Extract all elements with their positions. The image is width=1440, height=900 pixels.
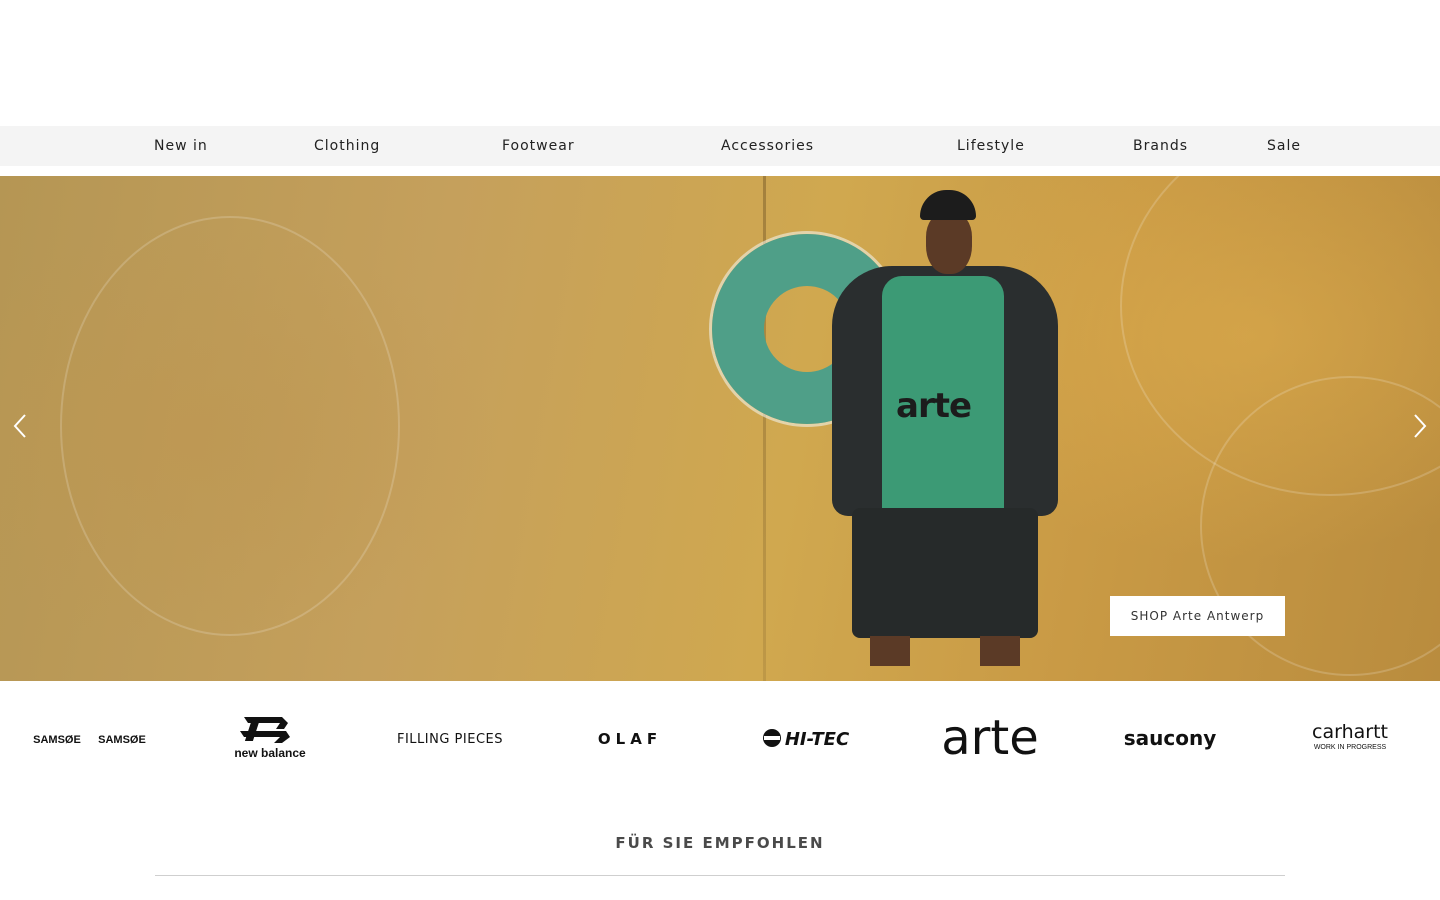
section-title-recommended: FÜR SIE EMPFOHLEN <box>615 834 825 852</box>
nav-item-sale[interactable]: Sale <box>1267 126 1301 166</box>
carousel-prev-button[interactable] <box>6 411 36 441</box>
shirt-logo-text: arte <box>896 386 972 426</box>
svg-text:arte: arte <box>941 710 1039 766</box>
svg-text:SAMSØE: SAMSØE <box>98 734 146 746</box>
nav-item-brands[interactable]: Brands <box>1133 126 1188 166</box>
brand-logo-samsoe[interactable]: SAMSØE SAMSØE <box>20 681 160 795</box>
divider <box>155 875 1285 876</box>
leg <box>870 636 910 666</box>
nav-item-new-in[interactable]: New in <box>154 126 208 166</box>
svg-text:saucony: saucony <box>1124 726 1217 750</box>
cap <box>920 190 976 220</box>
nav-item-accessories[interactable]: Accessories <box>721 126 814 166</box>
brand-logo-filling-pieces[interactable]: FILLING PIECES <box>380 681 520 795</box>
svg-text:carhartt: carhartt <box>1312 721 1388 743</box>
head <box>926 212 972 274</box>
brand-logo-saucony[interactable]: saucony <box>1110 681 1230 795</box>
shop-arte-antwerp-button[interactable]: SHOP Arte Antwerp <box>1110 596 1285 636</box>
chevron-left-icon <box>13 414 26 438</box>
svg-text:WORK IN PROGRESS: WORK IN PROGRESS <box>1314 744 1387 751</box>
nav-item-footwear[interactable]: Footwear <box>502 126 575 166</box>
chevron-right-icon <box>1414 414 1427 438</box>
nav-item-lifestyle[interactable]: Lifestyle <box>957 126 1025 166</box>
main-nav: New in Clothing Footwear Accessories Lif… <box>0 126 1440 166</box>
svg-text:FILLING PIECES: FILLING PIECES <box>397 732 503 747</box>
svg-text:new balance: new balance <box>234 746 306 760</box>
brand-logo-arte[interactable]: arte <box>920 681 1060 795</box>
brand-logo-strip: SAMSØE SAMSØE new balance FILLING PIECES… <box>0 681 1440 801</box>
nav-item-clothing[interactable]: Clothing <box>314 126 380 166</box>
wall-scribble <box>60 216 400 636</box>
shorts <box>852 508 1038 638</box>
brand-logo-hi-tec[interactable]: HI-TEC <box>750 681 870 795</box>
model-image: arte <box>830 186 1060 666</box>
svg-text:HI-TEC: HI-TEC <box>785 729 850 750</box>
svg-text:SAMSØE: SAMSØE <box>33 734 81 746</box>
leg <box>980 636 1020 666</box>
svg-text:OLAF: OLAF <box>598 730 662 748</box>
brand-logo-olaf[interactable]: OLAF <box>570 681 690 795</box>
brand-logo-new-balance[interactable]: new balance <box>210 681 330 795</box>
carousel-next-button[interactable] <box>1404 411 1434 441</box>
header <box>0 0 1440 126</box>
brand-logo-carhartt[interactable]: carhartt WORK IN PROGRESS <box>1290 681 1410 795</box>
